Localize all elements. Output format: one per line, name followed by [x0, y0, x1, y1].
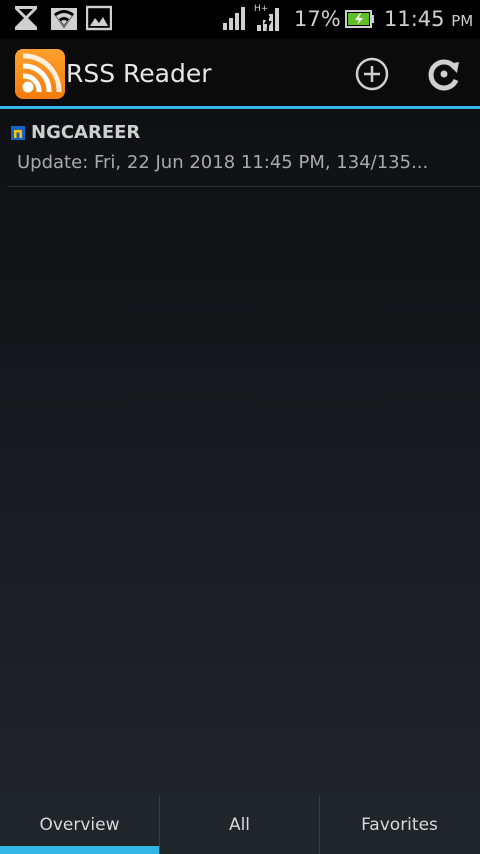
app-screen: H+ 17% 11:45 PM RSS Reader NGCAREER Upda…	[0, 0, 480, 854]
tab-label: Overview	[39, 814, 120, 835]
refresh-button[interactable]	[425, 55, 463, 93]
tab-label: All	[228, 814, 251, 835]
rss-app-icon[interactable]	[15, 49, 65, 99]
signal-icon	[222, 5, 246, 35]
clock: 11:45 PM	[384, 7, 474, 31]
image-icon	[85, 5, 113, 35]
feed-name: NGCAREER	[31, 122, 141, 143]
wifi-icon	[50, 5, 78, 35]
svg-text:H+: H+	[254, 4, 268, 14]
add-feed-button[interactable]	[353, 55, 391, 93]
hourglass-icon	[13, 5, 39, 35]
tab-label: Favorites	[361, 814, 438, 835]
tab-favorites[interactable]: Favorites	[320, 795, 479, 854]
battery-charging-icon	[345, 10, 375, 32]
add-feed-icon	[355, 57, 389, 91]
list-divider	[7, 186, 480, 187]
refresh-icon	[428, 59, 459, 91]
tab-all[interactable]: All	[160, 795, 319, 854]
battery-percent: 17%	[294, 7, 341, 31]
feed-update-text: Update: Fri, 22 Jun 2018 11:45 PM, 134/1…	[17, 152, 429, 173]
feed-favicon-icon	[11, 125, 25, 140]
signal-hplus-icon: H+	[254, 2, 282, 36]
action-bar-divider	[0, 106, 480, 109]
app-title: RSS Reader	[66, 59, 212, 88]
tab-selected-indicator	[0, 846, 159, 854]
